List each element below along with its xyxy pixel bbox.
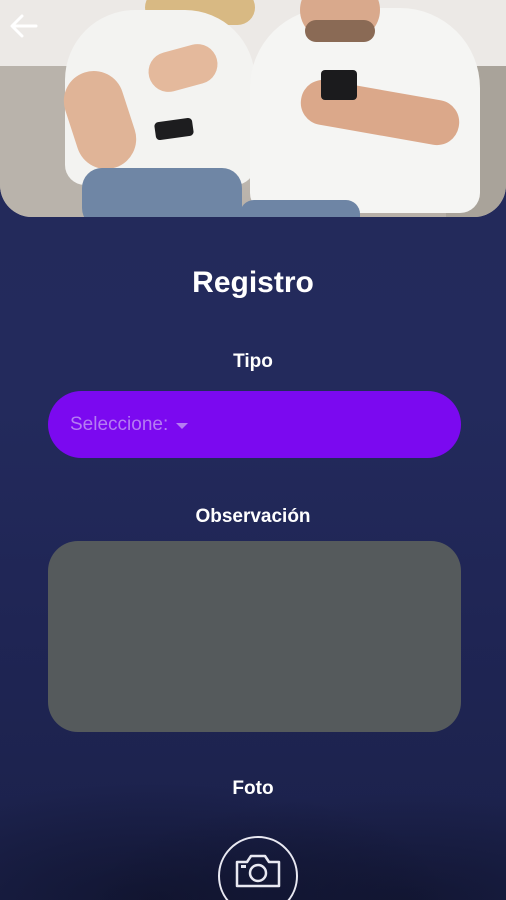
photo-woman-jeans [82, 168, 242, 217]
back-button[interactable] [6, 8, 42, 44]
arrow-left-icon [10, 14, 38, 38]
tipo-select[interactable]: Seleccione: [48, 391, 461, 458]
caret-down-icon [176, 422, 189, 429]
header-photo [0, 0, 506, 217]
page-title: Registro [192, 266, 314, 299]
foto-label: Foto [232, 778, 274, 799]
photo-man-jeans [240, 200, 360, 217]
photo-phone-man [321, 70, 357, 100]
photo-man-beard [305, 20, 375, 42]
observacion-textarea[interactable] [48, 541, 461, 732]
take-photo-button[interactable] [218, 836, 298, 900]
tipo-label: Tipo [233, 351, 273, 372]
observacion-label: Observación [195, 506, 311, 527]
registro-screen: Registro Tipo Seleccione: Observación Fo… [0, 0, 506, 900]
camera-icon [235, 854, 281, 888]
tipo-select-placeholder: Seleccione: [70, 413, 169, 435]
